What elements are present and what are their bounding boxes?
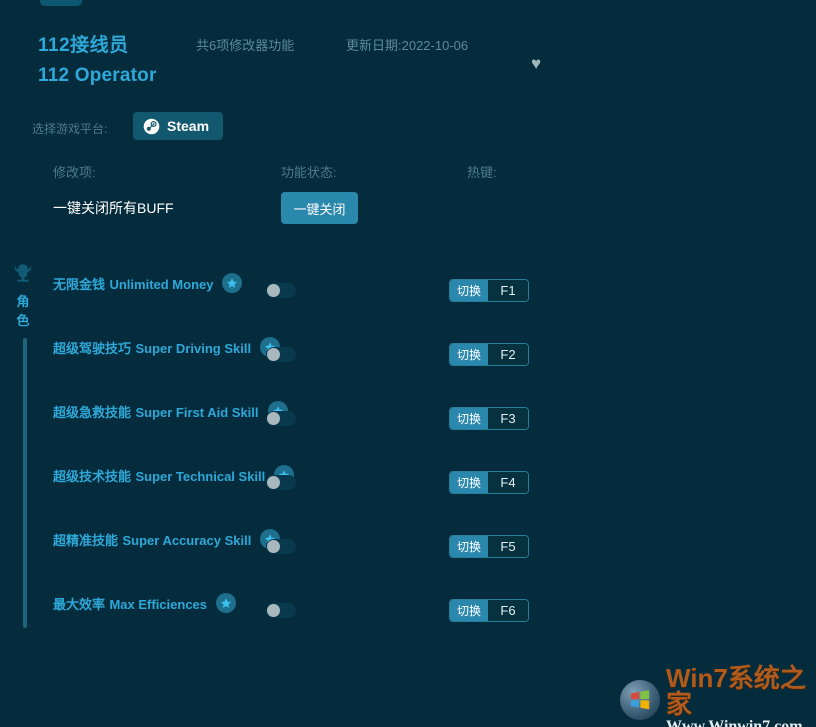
cheat-name-group: 超级急救技能 Super First Aid Skill — [53, 401, 288, 422]
cheat-name-cn: 超级急救技能 — [53, 405, 132, 420]
cheat-name-en: Unlimited Money — [109, 277, 214, 292]
cheat-names: 超精准技能 Super Accuracy Skill — [53, 532, 251, 550]
table-row: 无限金钱 Unlimited Money 切换 F1 — [0, 265, 816, 329]
cheat-toggle[interactable] — [266, 411, 296, 426]
page-title-cn: 112接线员 — [38, 35, 129, 56]
cheat-name-group: 最大效率 Max Efficiences — [53, 593, 237, 614]
cheat-name-cn: 无限金钱 — [53, 277, 106, 292]
steam-icon — [143, 118, 160, 134]
heart-icon[interactable]: ♥ — [527, 55, 545, 73]
star-icon[interactable] — [216, 593, 237, 613]
hotkey-action-label: 切换 — [450, 536, 489, 557]
cheat-names: 最大效率 Max Efficiences — [53, 596, 207, 614]
cheat-names: 超级技术技能 Super Technical Skill — [53, 468, 265, 486]
platform-selector: 选择游戏平台: Steam — [0, 112, 816, 144]
cheat-name-en: Super Technical Skill — [135, 469, 266, 484]
update-date-label: 更新日期:2022-10-06 — [346, 38, 469, 53]
hotkey-action-label: 切换 — [450, 600, 489, 621]
watermark-title: Win7系统之家 — [666, 663, 806, 719]
cheat-name-en: Max Efficiences — [109, 597, 208, 612]
cheat-names: 超级急救技能 Super First Aid Skill — [53, 404, 259, 422]
cheat-names: 无限金钱 Unlimited Money — [53, 276, 213, 294]
table-row: 超精准技能 Super Accuracy Skill 切换 F5 — [0, 521, 816, 585]
master-disable-label: 一键关闭所有BUFF — [53, 200, 174, 216]
hotkey-button[interactable]: 切换 F2 — [449, 343, 530, 366]
cheat-name-group: 无限金钱 Unlimited Money — [53, 273, 243, 294]
platform-label: 选择游戏平台: — [32, 122, 108, 136]
toggle-knob — [267, 604, 280, 617]
hotkey-key-label: F1 — [488, 280, 529, 301]
platform-button-label: Steam — [167, 118, 210, 134]
hotkey-key-label: F5 — [488, 536, 529, 557]
hotkey-button[interactable]: 切换 F5 — [449, 535, 530, 558]
platform-button-steam[interactable]: Steam — [133, 112, 224, 140]
column-headers: 修改项: 功能状态: 热键: — [0, 162, 816, 182]
cheat-toggle[interactable] — [266, 539, 296, 554]
hotkey-action-label: 切换 — [450, 344, 489, 365]
hotkey-action-label: 切换 — [450, 280, 489, 301]
top-tab-stub[interactable] — [40, 0, 82, 6]
hotkey-button[interactable]: 切换 F4 — [449, 471, 530, 494]
cheat-name-group: 超级驾驶技巧 Super Driving Skill — [53, 337, 281, 358]
cheat-name-group: 超级技术技能 Super Technical Skill — [53, 465, 295, 486]
hotkey-key-label: F4 — [488, 472, 529, 493]
master-disable-row: 一键关闭所有BUFF 一键关闭 — [0, 192, 816, 224]
hotkey-key-label: F6 — [488, 600, 529, 621]
cheat-toggle[interactable] — [266, 283, 296, 298]
cheat-name-group: 超精准技能 Super Accuracy Skill — [53, 529, 281, 550]
site-watermark: Win7系统之家 Www.Winwin7.com — [620, 665, 810, 727]
cheat-name-en: Super First Aid Skill — [135, 405, 259, 420]
windows-logo-icon — [620, 680, 660, 720]
column-header-modifier: 修改项: — [53, 165, 96, 180]
hotkey-action-label: 切换 — [450, 472, 489, 493]
column-header-status: 功能状态: — [281, 165, 337, 180]
hotkey-key-label: F2 — [488, 344, 529, 365]
hotkey-button[interactable]: 切换 F6 — [449, 599, 530, 622]
hotkey-key-label: F3 — [488, 408, 529, 429]
toggle-knob — [267, 284, 280, 297]
cheat-names: 超级驾驶技巧 Super Driving Skill — [53, 340, 251, 358]
toggle-knob — [267, 412, 280, 425]
column-header-hotkey: 热键: — [467, 165, 497, 180]
hotkey-action-label: 切换 — [450, 408, 489, 429]
master-disable-button[interactable]: 一键关闭 — [281, 192, 358, 224]
cheat-name-cn: 超精准技能 — [53, 533, 119, 548]
star-icon[interactable] — [222, 273, 243, 293]
cheat-name-cn: 最大效率 — [53, 597, 106, 612]
toggle-knob — [267, 476, 280, 489]
toggle-knob — [267, 540, 280, 553]
cheat-name-en: Super Accuracy Skill — [122, 533, 252, 548]
cheat-list: 无限金钱 Unlimited Money 切换 F1 超级驾驶技巧 Super … — [0, 265, 816, 649]
cheat-toggle[interactable] — [266, 347, 296, 362]
table-row: 最大效率 Max Efficiences 切换 F6 — [0, 585, 816, 649]
cheat-name-cn: 超级驾驶技巧 — [53, 341, 132, 356]
cheat-name-cn: 超级技术技能 — [53, 469, 132, 484]
watermark-text: Win7系统之家 Www.Winwin7.com — [666, 665, 810, 727]
hotkey-button[interactable]: 切换 F1 — [449, 279, 530, 302]
watermark-url: Www.Winwin7.com — [666, 718, 803, 727]
hotkey-button[interactable]: 切换 F3 — [449, 407, 530, 430]
cheat-toggle[interactable] — [266, 603, 296, 618]
cheat-toggle[interactable] — [266, 475, 296, 490]
table-row: 超级驾驶技巧 Super Driving Skill 切换 F2 — [0, 329, 816, 393]
toggle-knob — [267, 348, 280, 361]
feature-count-label: 共6项修改器功能 — [196, 38, 295, 53]
cheat-name-en: Super Driving Skill — [135, 341, 252, 356]
page-header: 112接线员 112 Operator 共6项修改器功能 更新日期:2022-1… — [0, 22, 816, 92]
table-row: 超级技术技能 Super Technical Skill 切换 F4 — [0, 457, 816, 521]
page-title-en: 112 Operator — [38, 65, 157, 86]
table-row: 超级急救技能 Super First Aid Skill 切换 F3 — [0, 393, 816, 457]
